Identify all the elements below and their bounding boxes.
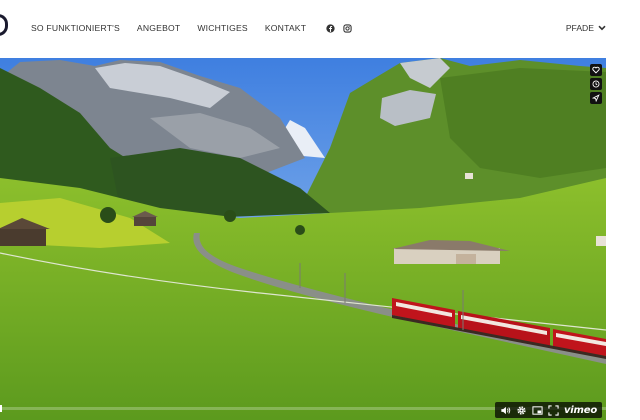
pfade-label: PFADE bbox=[565, 23, 594, 33]
pip-icon[interactable] bbox=[532, 405, 543, 416]
pfade-dropdown[interactable]: PFADE bbox=[566, 23, 606, 33]
main-nav: SO FUNKTIONIERT'S ANGEBOT WICHTIGES KONT… bbox=[31, 23, 360, 33]
vimeo-logo[interactable]: vimeo bbox=[564, 405, 597, 416]
clock-icon bbox=[592, 80, 600, 88]
facebook-icon[interactable] bbox=[326, 23, 335, 33]
video-side-buttons bbox=[590, 64, 602, 106]
social-links bbox=[326, 23, 360, 33]
progress-knob[interactable] bbox=[0, 405, 2, 412]
video-player[interactable]: vimeo bbox=[0, 58, 606, 420]
fullscreen-icon[interactable] bbox=[548, 404, 559, 416]
video-frame-landscape bbox=[0, 58, 606, 420]
share-button[interactable] bbox=[590, 92, 602, 104]
nav-item-angebot[interactable]: ANGEBOT bbox=[137, 23, 180, 33]
nav-item-so-funktionierts[interactable]: SO FUNKTIONIERT'S bbox=[31, 23, 120, 33]
chevron-down-icon bbox=[598, 25, 606, 31]
settings-icon[interactable] bbox=[516, 405, 527, 416]
nav-item-wichtiges[interactable]: WICHTIGES bbox=[197, 23, 248, 33]
site-logo[interactable] bbox=[0, 14, 8, 36]
video-controls: vimeo bbox=[494, 402, 602, 418]
heart-icon bbox=[592, 66, 600, 74]
like-button[interactable] bbox=[590, 64, 602, 76]
watch-later-button[interactable] bbox=[590, 78, 602, 90]
site-header: SO FUNKTIONIERT'S ANGEBOT WICHTIGES KONT… bbox=[0, 0, 640, 58]
nav-item-kontakt[interactable]: KONTAKT bbox=[265, 23, 306, 33]
instagram-icon[interactable] bbox=[343, 23, 352, 33]
share-icon bbox=[592, 94, 600, 102]
volume-icon[interactable] bbox=[500, 405, 511, 416]
